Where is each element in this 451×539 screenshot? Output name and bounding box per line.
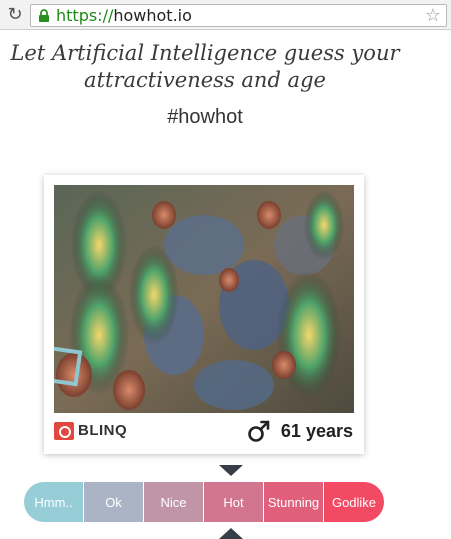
page-headline: Let Artificial Intelligence guess your a… [0, 40, 410, 94]
rating-godlike-button[interactable]: Godlike [324, 482, 384, 522]
rating-hot-button[interactable]: Hot [204, 482, 264, 522]
uploaded-photo [54, 185, 354, 413]
photo-image [54, 185, 354, 413]
address-bar[interactable]: https://howhot.io ☆ [30, 4, 447, 27]
rating-hmm-button[interactable]: Hmm.. [24, 482, 84, 522]
rating-stunning-button[interactable]: Stunning [264, 482, 324, 522]
selected-pointer-top-icon [219, 465, 243, 476]
blinq-brand-text: BLINQ [78, 422, 128, 439]
age-estimate: 61 years [280, 421, 353, 441]
blinq-logo-icon [54, 422, 74, 440]
card-footer: BLINQ 61 years [54, 417, 354, 447]
url-scheme: https:// [56, 6, 114, 25]
male-icon [248, 420, 270, 442]
blinq-logo[interactable]: BLINQ [54, 422, 144, 440]
result-card: BLINQ 61 years [44, 175, 364, 454]
bookmark-star-icon[interactable]: ☆ [425, 5, 441, 27]
reload-icon[interactable]: ↻ [5, 5, 25, 25]
headline-line-1: Let Artificial Intelligence guess your [10, 41, 400, 65]
url-text: https://howhot.io [56, 7, 192, 25]
headline-line-2: attractiveness and age [84, 68, 326, 92]
lock-icon [39, 9, 49, 22]
selected-pointer-bottom-icon [219, 528, 243, 539]
rating-scale: Hmm.. Ok Nice Hot Stunning Godlike [24, 482, 384, 522]
hashtag-label: #howhot [167, 106, 243, 128]
url-host: howhot.io [113, 6, 192, 25]
browser-toolbar: ↻ https://howhot.io ☆ [0, 0, 451, 30]
rating-nice-button[interactable]: Nice [144, 482, 204, 522]
rating-ok-button[interactable]: Ok [84, 482, 144, 522]
